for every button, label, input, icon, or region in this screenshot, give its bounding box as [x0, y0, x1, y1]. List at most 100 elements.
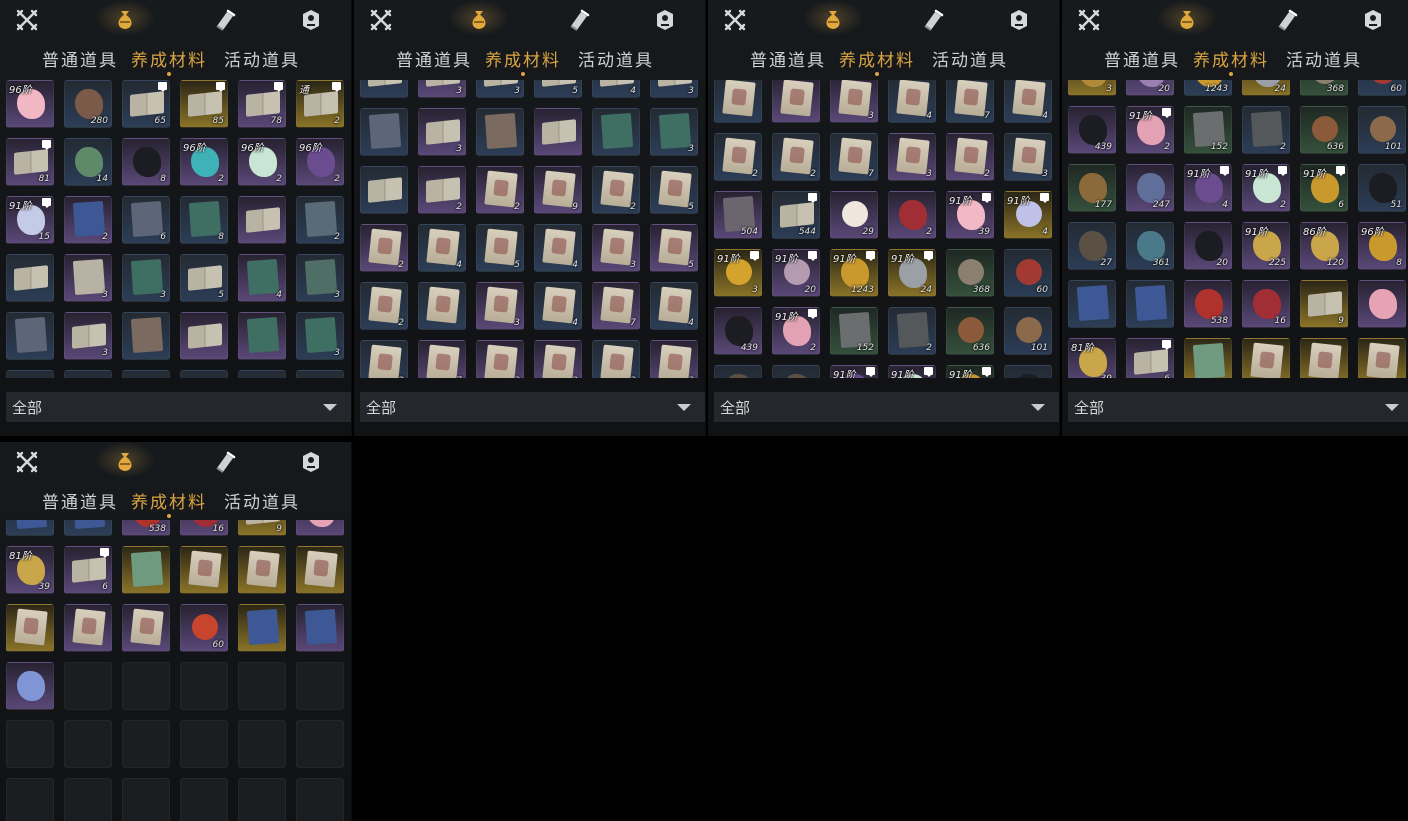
item-slot[interactable]: 3	[122, 254, 170, 302]
item-grid-viewport[interactable]: 538 16 9 81阶 39 6 60	[6, 520, 345, 821]
crossed-swords-icon[interactable]	[722, 7, 748, 33]
item-slot[interactable]: 14	[64, 138, 112, 186]
pouch-icon[interactable]	[1174, 7, 1200, 33]
item-slot[interactable]: 9	[534, 166, 582, 214]
filter-dropdown[interactable]: 全部	[360, 392, 705, 422]
crossed-swords-icon[interactable]	[14, 449, 40, 475]
item-slot[interactable]: 3	[830, 80, 878, 123]
item-slot[interactable]: 3	[476, 282, 524, 330]
item-slot[interactable]	[6, 370, 54, 378]
item-slot[interactable]	[714, 365, 762, 378]
shield-badge-icon[interactable]	[298, 449, 324, 475]
item-slot[interactable]: 29	[830, 191, 878, 239]
empty-slot[interactable]	[180, 662, 228, 710]
item-slot[interactable]	[296, 604, 344, 652]
tab-1[interactable]: 养成材料	[131, 46, 207, 76]
pouch-icon[interactable]	[466, 7, 492, 33]
item-slot[interactable]	[534, 108, 582, 156]
empty-slot[interactable]	[122, 720, 170, 768]
item-slot[interactable]: 5	[650, 166, 698, 214]
item-slot[interactable]: 280	[64, 80, 112, 128]
item-slot[interactable]	[772, 365, 820, 378]
empty-slot[interactable]	[6, 778, 54, 821]
item-slot[interactable]: 5	[534, 80, 582, 98]
item-slot[interactable]: 3	[418, 108, 466, 156]
item-slot[interactable]: 96阶 2	[238, 138, 286, 186]
item-slot[interactable]: 177	[1068, 164, 1116, 212]
item-slot[interactable]	[238, 604, 286, 652]
empty-slot[interactable]	[6, 720, 54, 768]
item-slot[interactable]: 65	[122, 80, 170, 128]
tab-2[interactable]: 活动道具	[1286, 46, 1362, 71]
tab-0[interactable]: 普通道具	[42, 46, 118, 71]
item-slot[interactable]: 91阶 4	[1004, 191, 1052, 239]
tab-1[interactable]: 养成材料	[1193, 46, 1269, 76]
item-slot[interactable]: 86阶 120	[1300, 222, 1348, 270]
item-slot[interactable]: 2	[714, 133, 762, 181]
item-slot[interactable]: 3	[650, 340, 698, 378]
item-slot[interactable]: 91阶 2	[772, 307, 820, 355]
item-slot[interactable]	[122, 604, 170, 652]
item-slot[interactable]: 368	[946, 249, 994, 297]
item-slot[interactable]: 439	[714, 307, 762, 355]
item-slot[interactable]: 2	[946, 133, 994, 181]
item-grid-viewport[interactable]: 3 3 5 4 3 3 3 2 2 9 2 5 2 4 5 4 3 5 2 3 4 7 4 2 7 3 2 3 3	[360, 80, 699, 378]
item-slot[interactable]: 3	[1068, 80, 1116, 96]
item-slot[interactable]: 8	[122, 138, 170, 186]
empty-slot[interactable]	[238, 720, 286, 768]
item-slot[interactable]: 2	[360, 340, 408, 378]
shield-badge-icon[interactable]	[298, 7, 324, 33]
item-slot[interactable]: 1243	[1184, 80, 1232, 96]
item-slot[interactable]	[1184, 338, 1232, 378]
empty-slot[interactable]	[64, 662, 112, 710]
item-slot[interactable]: 2	[772, 133, 820, 181]
item-slot[interactable]	[64, 370, 112, 378]
scroll-brush-icon[interactable]	[212, 449, 238, 475]
item-slot[interactable]: 2	[360, 282, 408, 330]
tab-1[interactable]: 养成材料	[485, 46, 561, 76]
empty-slot[interactable]	[64, 720, 112, 768]
item-slot[interactable]: 538	[122, 520, 170, 536]
item-slot[interactable]: 7	[592, 282, 640, 330]
item-slot[interactable]: 96阶 2	[180, 138, 228, 186]
item-slot[interactable]: 4	[534, 282, 582, 330]
item-slot[interactable]: 通2	[296, 80, 344, 128]
scroll-brush-icon[interactable]	[212, 7, 238, 33]
item-slot[interactable]: 3	[64, 254, 112, 302]
item-slot[interactable]: 7	[946, 80, 994, 123]
item-grid-viewport[interactable]: 3 20 1243 24 368 60 439 91阶 2 152 2 636 101 177 247 91阶…	[1068, 80, 1407, 378]
item-slot[interactable]	[6, 254, 54, 302]
item-slot[interactable]: 3	[296, 254, 344, 302]
item-slot[interactable]: 91阶 4	[1184, 164, 1232, 212]
item-slot[interactable]	[238, 546, 286, 594]
item-slot[interactable]	[360, 108, 408, 156]
tab-0[interactable]: 普通道具	[396, 46, 472, 71]
tab-2[interactable]: 活动道具	[224, 46, 300, 71]
item-slot[interactable]	[360, 80, 408, 98]
empty-slot[interactable]	[122, 662, 170, 710]
item-slot[interactable]: 3	[64, 312, 112, 360]
item-slot[interactable]	[1358, 338, 1406, 378]
item-slot[interactable]	[64, 604, 112, 652]
item-slot[interactable]: 9	[1300, 280, 1348, 328]
item-slot[interactable]: 3	[650, 108, 698, 156]
item-slot[interactable]: 3	[650, 80, 698, 98]
item-slot[interactable]: 636	[946, 307, 994, 355]
shield-badge-icon[interactable]	[1360, 7, 1386, 33]
item-slot[interactable]	[296, 546, 344, 594]
item-slot[interactable]	[6, 662, 54, 710]
item-slot[interactable]	[6, 520, 54, 536]
empty-slot[interactable]	[238, 778, 286, 821]
empty-slot[interactable]	[296, 778, 344, 821]
empty-slot[interactable]	[180, 778, 228, 821]
item-slot[interactable]: 101	[1358, 106, 1406, 154]
item-slot[interactable]: 91阶 1243	[830, 249, 878, 297]
item-slot[interactable]: 96阶 8	[1358, 222, 1406, 270]
item-slot[interactable]: 5	[650, 224, 698, 272]
crossed-swords-icon[interactable]	[14, 7, 40, 33]
item-slot[interactable]: 3	[418, 80, 466, 98]
tab-1[interactable]: 养成材料	[839, 46, 915, 76]
empty-slot[interactable]	[122, 778, 170, 821]
item-slot[interactable]: 91阶 3	[714, 249, 762, 297]
item-slot[interactable]: 60	[180, 604, 228, 652]
